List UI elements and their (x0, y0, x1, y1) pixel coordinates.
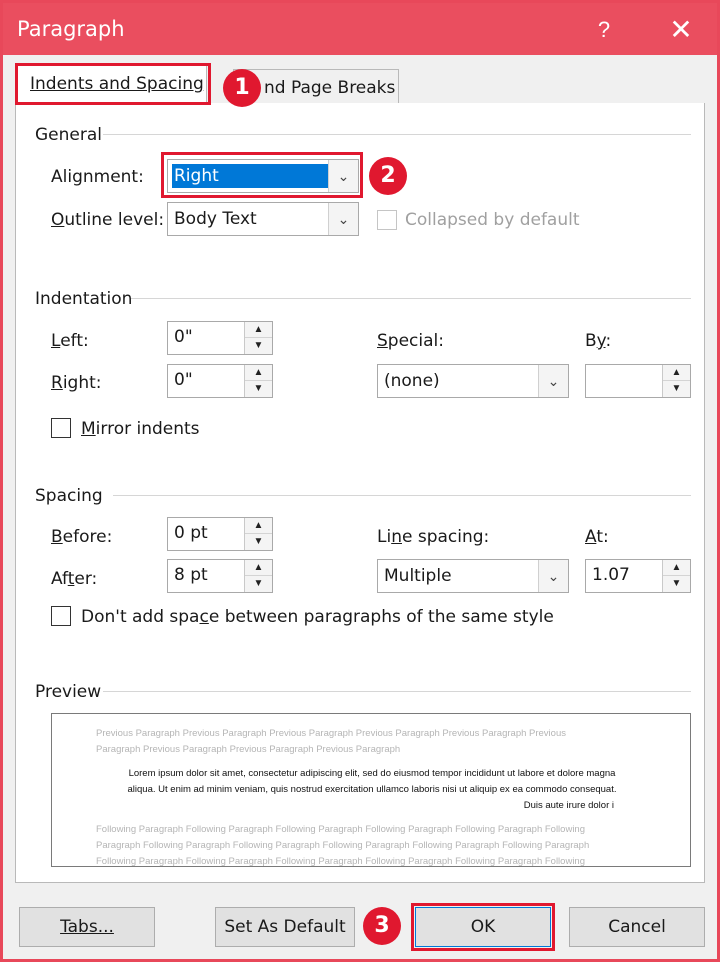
spinner-buttons: ▲ ▼ (662, 560, 690, 592)
spin-up-icon[interactable]: ▲ (245, 560, 272, 576)
indent-right-spinner[interactable]: 0" ▲ ▼ (167, 364, 273, 398)
preview-previous-line: Paragraph Previous Paragraph Previous Pa… (96, 744, 401, 755)
outline-level-dropdown[interactable]: Body Text ⌄ (167, 202, 359, 236)
mnemonic: A (585, 527, 597, 547)
special-dropdown[interactable]: (none) ⌄ (377, 364, 569, 398)
tabs-button[interactable]: Tabs... (19, 907, 155, 947)
by-spinner[interactable]: ▲ ▼ (585, 364, 691, 398)
line-spacing-dropdown[interactable]: Multiple ⌄ (377, 559, 569, 593)
section-heading-general: General (35, 125, 102, 145)
section-heading-spacing: Spacing (35, 486, 103, 506)
mnemonic: B (51, 527, 63, 547)
mnemonic: n (391, 527, 402, 547)
callout-badge-3: 3 (363, 907, 401, 945)
chevron-down-icon[interactable]: ⌄ (538, 365, 568, 397)
section-divider (103, 691, 691, 692)
spin-down-icon[interactable]: ▼ (245, 338, 272, 354)
spin-down-icon[interactable]: ▼ (245, 534, 272, 550)
by-label: By: (585, 331, 612, 351)
spinner-buttons: ▲ ▼ (244, 560, 272, 592)
preview-sample-line: Lorem ipsum dolor sit amet, consectetur … (128, 768, 616, 779)
at-spinner[interactable]: 1.07 ▲ ▼ (585, 559, 691, 593)
mnemonic: O (51, 210, 65, 230)
button-label: Tabs... (60, 917, 114, 937)
dont-add-space-checkbox[interactable] (51, 606, 71, 626)
highlight-box-ok (411, 903, 555, 951)
spinner-buttons: ▲ ▼ (244, 322, 272, 354)
spin-down-icon[interactable]: ▼ (245, 381, 272, 397)
spinner-buttons: ▲ ▼ (244, 518, 272, 550)
spacing-after-spinner[interactable]: 8 pt ▲ ▼ (167, 559, 273, 593)
preview-previous-line: Previous Paragraph Previous Paragraph Pr… (96, 728, 566, 739)
at-label: At: (585, 527, 609, 547)
section-divider (103, 134, 691, 135)
collapsed-by-default-label: Collapsed by default (405, 210, 580, 230)
special-label: Special: (377, 331, 444, 351)
mnemonic: L (51, 331, 61, 351)
section-divider (113, 495, 691, 496)
close-button[interactable]: ✕ (661, 11, 701, 49)
help-button[interactable]: ? (587, 13, 621, 47)
preview-pane: Previous Paragraph Previous Paragraph Pr… (51, 713, 691, 867)
mnemonic: y (596, 331, 606, 351)
spinner-buttons: ▲ ▼ (662, 365, 690, 397)
highlight-box-tab (15, 63, 211, 105)
spin-down-icon[interactable]: ▼ (245, 576, 272, 592)
at-value: 1.07 (592, 565, 630, 585)
preview-following-line: Paragraph Following Paragraph Following … (96, 840, 590, 851)
mnemonic: R (51, 373, 63, 393)
preview-following-line: Following Paragraph Following Paragraph … (96, 856, 585, 866)
spin-up-icon[interactable]: ▲ (663, 365, 690, 381)
mnemonic: c (199, 607, 209, 627)
alignment-label: Alignment: (51, 167, 144, 187)
section-heading-preview: Preview (35, 682, 102, 702)
section-divider (131, 298, 691, 299)
spin-up-icon[interactable]: ▲ (663, 560, 690, 576)
spin-down-icon[interactable]: ▼ (663, 576, 690, 592)
outline-level-value: Body Text (174, 209, 257, 229)
indent-right-label: Right: (51, 373, 102, 393)
mirror-indents-checkbox[interactable] (51, 418, 71, 438)
spacing-after-value: 8 pt (174, 565, 208, 585)
line-spacing-value: Multiple (384, 566, 452, 586)
collapsed-by-default-checkbox[interactable] (377, 210, 397, 230)
section-heading-indentation: Indentation (35, 289, 133, 309)
special-value: (none) (384, 371, 440, 391)
tab-label: nd Page Breaks (264, 78, 396, 98)
spacing-before-spinner[interactable]: 0 pt ▲ ▼ (167, 517, 273, 551)
mirror-indents-label: Mirror indents (81, 419, 200, 439)
dont-add-space-label: Don't add space between paragraphs of th… (81, 607, 554, 627)
spinner-buttons: ▲ ▼ (244, 365, 272, 397)
title-bar: Paragraph ? ✕ (3, 3, 717, 55)
callout-badge-1: 1 (223, 69, 261, 107)
spin-up-icon[interactable]: ▲ (245, 365, 272, 381)
highlight-box-alignment (161, 152, 363, 198)
before-label: Before: (51, 527, 113, 547)
line-spacing-label: Line spacing: (377, 527, 490, 547)
indent-left-value: 0" (174, 327, 193, 347)
spin-down-icon[interactable]: ▼ (663, 381, 690, 397)
set-as-default-button[interactable]: Set As Default (215, 907, 355, 947)
outline-level-label: Outline level: (51, 210, 165, 230)
preview-sample-line: Duis aute irure dolor i (523, 800, 614, 811)
callout-badge-2: 2 (369, 157, 407, 195)
cancel-button[interactable]: Cancel (569, 907, 705, 947)
indent-right-value: 0" (174, 370, 193, 390)
mnemonic: S (377, 331, 388, 351)
spin-up-icon[interactable]: ▲ (245, 518, 272, 534)
chevron-down-icon[interactable]: ⌄ (328, 203, 358, 235)
dialog-title: Paragraph (17, 17, 125, 41)
paragraph-dialog: Paragraph ? ✕ nd Page Breaks Indents and… (0, 0, 720, 962)
spin-up-icon[interactable]: ▲ (245, 322, 272, 338)
mnemonic: M (81, 419, 96, 439)
preview-sample-line: aliqua. Ut enim ad minim veniam, quis no… (127, 784, 617, 795)
indent-left-spinner[interactable]: 0" ▲ ▼ (167, 321, 273, 355)
spacing-before-value: 0 pt (174, 523, 208, 543)
mnemonic: t (67, 569, 75, 589)
indent-left-label: Left: (51, 331, 89, 351)
preview-following-line: Following Paragraph Following Paragraph … (96, 824, 585, 835)
chevron-down-icon[interactable]: ⌄ (538, 560, 568, 592)
after-label: After: (51, 569, 98, 589)
